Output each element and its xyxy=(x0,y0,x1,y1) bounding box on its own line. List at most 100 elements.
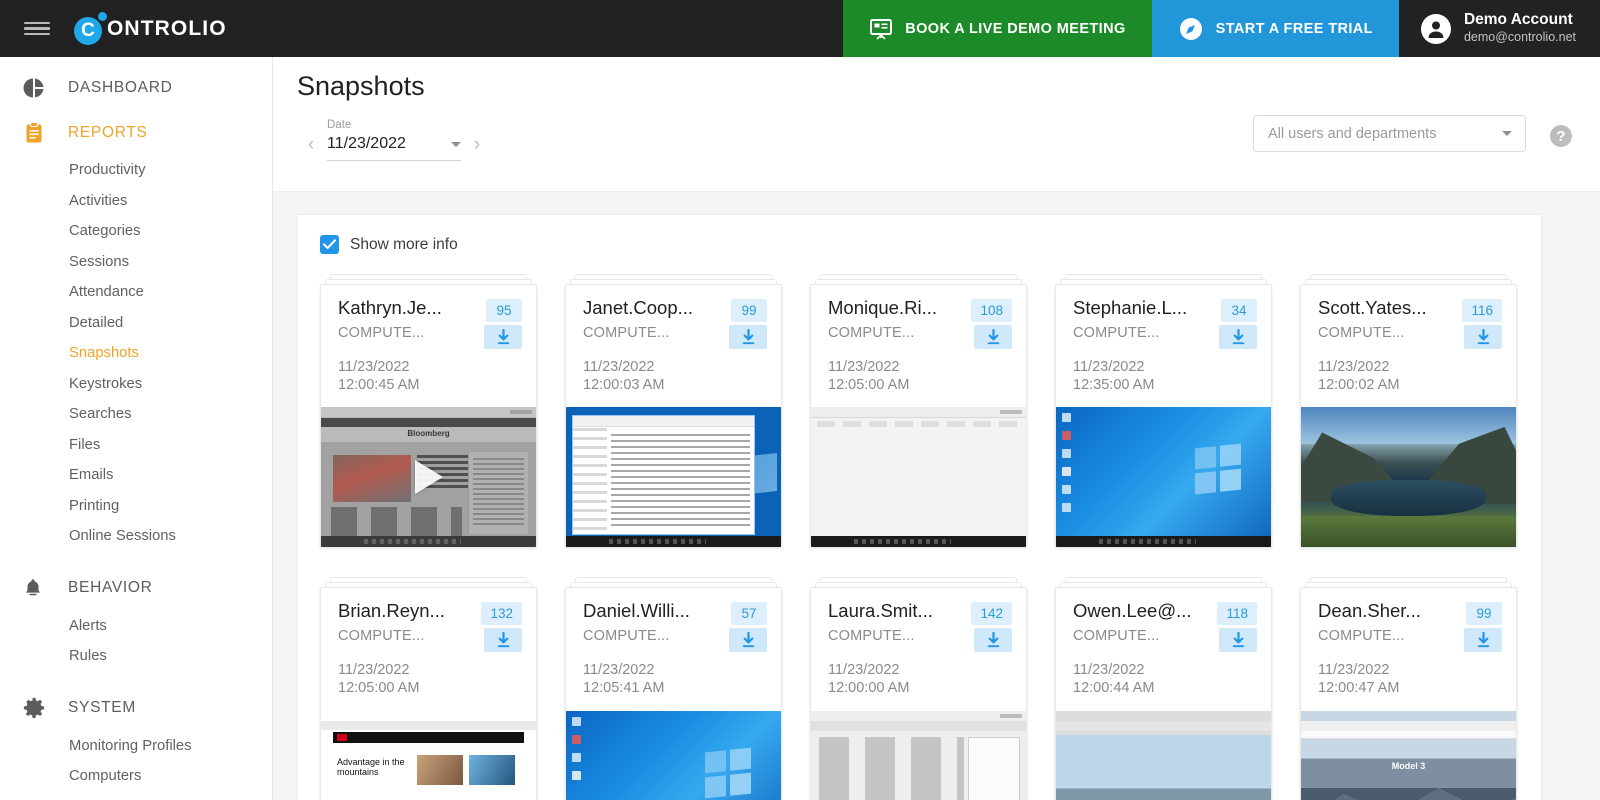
sidebar-item-categories[interactable]: Categories xyxy=(0,216,272,247)
sidebar-item-sessions[interactable]: Sessions xyxy=(0,247,272,278)
show-more-info-row[interactable]: Show more info xyxy=(320,235,1519,254)
snapshot-thumbnail[interactable] xyxy=(1301,407,1516,548)
snapshot-count-badge: 95 xyxy=(486,299,522,322)
page-title: Snapshots xyxy=(297,71,425,101)
card-date: 11/23/2022 xyxy=(1073,359,1145,375)
document-columns xyxy=(819,736,964,800)
card-time: 12:00:47 AM xyxy=(1318,680,1400,697)
desktop-icon xyxy=(1062,503,1071,513)
snapshot-card[interactable]: Scott.Yates... 116 COMPUTE... 11/23/2022… xyxy=(1300,274,1517,549)
snapshot-thumbnail[interactable]: Model 3 xyxy=(1301,710,1516,800)
card-header: Stephanie.L... 34 COMPUTE... 11/23/2022 … xyxy=(1056,285,1271,407)
logo-mark-icon: C xyxy=(74,11,108,46)
book-demo-button[interactable]: BOOK A LIVE DEMO MEETING xyxy=(843,0,1152,57)
sidebar-item-printing[interactable]: Printing xyxy=(0,491,272,522)
next-day-button[interactable]: › xyxy=(463,127,491,163)
card-header: Janet.Coop... 99 COMPUTE... 11/23/2022 1… xyxy=(566,285,781,407)
snapshot-thumbnail[interactable]: Bloomberg xyxy=(321,407,536,548)
chevron-down-icon[interactable] xyxy=(1502,131,1512,136)
site-navbar xyxy=(333,731,524,743)
sidebar-item-productivity[interactable]: Productivity xyxy=(0,155,272,186)
snapshot-thumbnail[interactable] xyxy=(811,407,1026,548)
users-departments-select[interactable]: All users and departments xyxy=(1253,115,1526,152)
sidebar-group-system[interactable]: SYSTEM xyxy=(0,686,272,731)
snapshot-thumbnail[interactable] xyxy=(811,710,1026,800)
sidebar-item-computers[interactable]: Computers xyxy=(0,761,272,792)
card-time: 12:05:41 AM xyxy=(583,680,665,697)
sidebar-item-label: Monitoring Profiles xyxy=(69,737,192,754)
download-button[interactable] xyxy=(974,628,1012,653)
download-button[interactable] xyxy=(1219,325,1257,349)
checkmark-icon xyxy=(323,239,336,250)
snapshot-thumbnail[interactable] xyxy=(1056,710,1271,800)
browser-addressbar xyxy=(1301,730,1516,739)
snapshot-card[interactable]: Laura.Smit... 142 COMPUTE... 11/23/2022 … xyxy=(810,577,1027,800)
snapshot-card[interactable]: Kathryn.Je... 95 COMPUTE... 11/23/2022 1… xyxy=(320,274,537,549)
snapshots-panel: Show more info Kathryn.Je... 95 COMPUTE.… xyxy=(297,214,1542,800)
sidebar-item-detailed[interactable]: Detailed xyxy=(0,308,272,339)
sidebar-item-label: Online Sessions xyxy=(69,528,176,545)
account-menu[interactable]: Demo Account demo@controlio.net xyxy=(1398,0,1600,57)
download-button[interactable] xyxy=(1219,628,1257,653)
free-trial-button[interactable]: START A FREE TRIAL xyxy=(1151,0,1399,57)
compass-icon xyxy=(1179,17,1202,40)
app-logo[interactable]: C ONTROLIO xyxy=(74,0,227,57)
desktop-icon xyxy=(572,752,581,762)
download-button[interactable] xyxy=(729,325,767,349)
sidebar-item-activities[interactable]: Activities xyxy=(0,186,272,217)
snapshot-card[interactable]: Monique.Ri... 108 COMPUTE... 11/23/2022 … xyxy=(810,274,1027,549)
sidebar-item-files[interactable]: Files xyxy=(0,430,272,461)
snapshot-thumbnail[interactable] xyxy=(1056,407,1271,548)
snapshot-card[interactable]: Janet.Coop... 99 COMPUTE... 11/23/2022 1… xyxy=(565,274,782,549)
sidebar-item-label: Detailed xyxy=(69,314,124,331)
sidebar-item-keystrokes[interactable]: Keystrokes xyxy=(0,369,272,400)
download-button[interactable] xyxy=(974,325,1012,349)
sidebar-item-label: Rules xyxy=(69,648,107,665)
thumbnail-mountain-lake xyxy=(1301,407,1516,548)
sidebar-item-online-sessions[interactable]: Online Sessions xyxy=(0,521,272,552)
sidebar-group-reports[interactable]: REPORTS xyxy=(0,110,272,155)
sidebar-item-emails[interactable]: Emails xyxy=(0,460,272,491)
os-taskbar xyxy=(566,536,781,548)
snapshot-card[interactable]: Dean.Sher... 99 COMPUTE... 11/23/2022 12… xyxy=(1300,577,1517,800)
previous-day-button[interactable]: ‹ xyxy=(297,127,325,163)
sidebar-item-snapshots[interactable]: Snapshots xyxy=(0,338,272,369)
card-time: 12:05:00 AM xyxy=(338,680,420,697)
sidebar-group-dashboard[interactable]: DASHBOARD xyxy=(0,65,272,110)
snapshot-card[interactable]: Daniel.Willi... 57 COMPUTE... 11/23/2022… xyxy=(565,577,782,800)
hamburger-menu-icon[interactable] xyxy=(0,0,74,57)
desktop-wallpaper xyxy=(1056,734,1271,800)
date-value: 11/23/2022 xyxy=(327,135,406,152)
date-picker[interactable]: Date 11/23/2022 xyxy=(327,119,461,163)
account-email: demo@controlio.net xyxy=(1463,30,1576,45)
sidebar-item-monitoring-profiles[interactable]: Monitoring Profiles xyxy=(0,731,272,762)
snapshot-count-badge: 108 xyxy=(971,299,1012,322)
snapshot-thumbnail[interactable]: Advantage in the mountains xyxy=(321,710,536,800)
snapshot-thumbnail[interactable] xyxy=(566,710,781,800)
snapshot-card[interactable]: Brian.Reyn... 132 COMPUTE... 11/23/2022 … xyxy=(320,577,537,800)
sidebar-item-rules[interactable]: Rules xyxy=(0,641,272,672)
sidebar-group-behavior[interactable]: BEHAVIOR xyxy=(0,566,272,611)
sidebar-item-label: Categories xyxy=(69,223,141,240)
card-timestamp: 11/23/2022 12:05:00 AM xyxy=(338,661,522,697)
sidebar-item-attendance[interactable]: Attendance xyxy=(0,277,272,308)
show-more-info-checkbox[interactable] xyxy=(320,235,339,254)
play-icon[interactable] xyxy=(414,460,443,495)
help-icon[interactable]: ? xyxy=(1550,125,1572,147)
snapshot-thumbnail[interactable] xyxy=(566,407,781,548)
snapshot-card[interactable]: Stephanie.L... 34 COMPUTE... 11/23/2022 … xyxy=(1055,274,1272,549)
download-button[interactable] xyxy=(484,325,522,349)
snapshot-card[interactable]: Owen.Lee@... 118 COMPUTE... 11/23/2022 1… xyxy=(1055,577,1272,800)
desktop-icon xyxy=(1062,485,1071,495)
download-button[interactable] xyxy=(1464,325,1502,349)
download-button[interactable] xyxy=(1464,628,1502,653)
chevron-down-icon[interactable] xyxy=(451,141,461,147)
presentation-icon xyxy=(870,18,893,40)
sidebar-item-searches[interactable]: Searches xyxy=(0,399,272,430)
sidebar-item-alerts[interactable]: Alerts xyxy=(0,611,272,642)
snapshot-count-badge: 116 xyxy=(1462,299,1502,322)
download-button[interactable] xyxy=(484,628,522,653)
download-button[interactable] xyxy=(729,628,767,653)
download-icon xyxy=(497,328,509,344)
sidebar-group-label: REPORTS xyxy=(68,123,148,141)
